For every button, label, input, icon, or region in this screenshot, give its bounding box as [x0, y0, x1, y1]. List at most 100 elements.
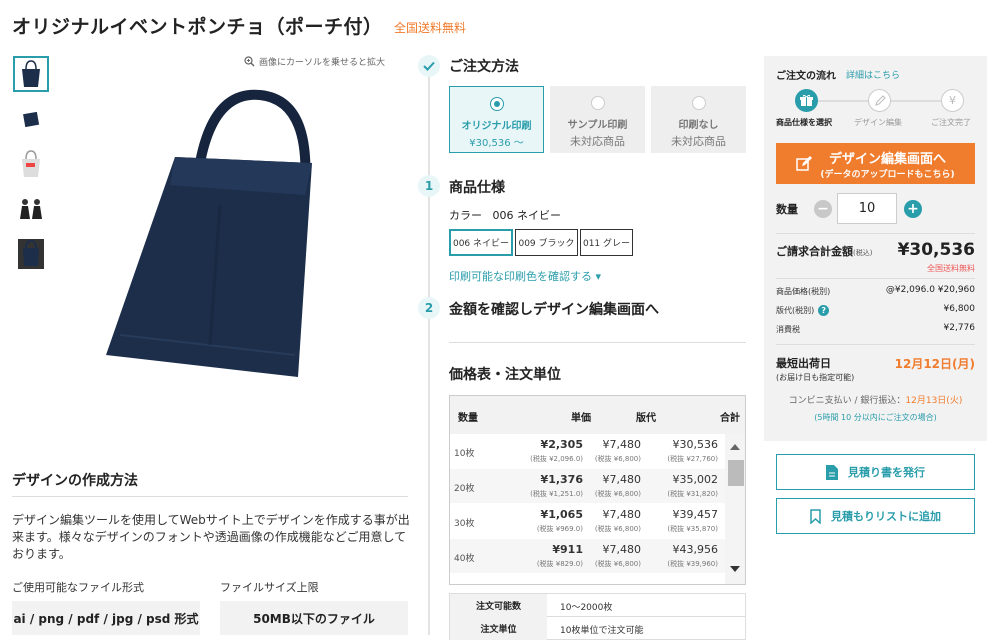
total-label: ご請求合計金額(税込) — [776, 243, 872, 259]
design-editor-button[interactable]: デザイン編集画面へ (データのアップロードもこちら) — [776, 143, 975, 184]
price-table-title: 価格表・注文単位 — [449, 367, 561, 383]
order-deadline-note: (5時間 10 分以内にご注文の場合) — [814, 413, 937, 422]
total-free-shipping: 全国送料無料 — [927, 264, 975, 273]
quantity-plus-button[interactable]: + — [904, 200, 922, 218]
table-row: 注文可能数 10～2000枚 — [450, 594, 745, 617]
limit-value: 10～2000枚 — [560, 603, 613, 613]
gift-icon — [795, 89, 818, 112]
divider — [449, 342, 746, 343]
table-row[interactable]: 30枚 ¥1,065 (税抜 ¥969.0) ¥7,480 (税抜 ¥6,800… — [450, 504, 726, 539]
radio-selected[interactable] — [489, 97, 504, 111]
method-label: サンプル印刷 — [567, 120, 628, 131]
row-unit-sub: (税抜 ¥829.0) — [536, 560, 583, 568]
spec-title: 商品仕様 — [449, 180, 505, 196]
row-total-sub: (税抜 ¥31,820) — [667, 490, 718, 498]
document-icon — [826, 464, 838, 480]
help-icon[interactable]: ? — [818, 305, 830, 316]
row-qty: 40枚 — [454, 554, 475, 564]
scrollbar-thumb[interactable] — [728, 460, 744, 486]
header-plate: 版代 — [636, 413, 656, 424]
table-row[interactable]: 10枚 ¥2,305 (税抜 ¥2,096.0) ¥7,480 (税抜 ¥6,8… — [450, 434, 726, 469]
row-plate: ¥7,480 — [602, 508, 642, 521]
method-status: 未対応商品 — [671, 135, 726, 148]
color-option-gray[interactable]: 011 グレー — [580, 229, 633, 256]
breakdown-tax-value: ¥2,776 — [943, 323, 976, 333]
color-option-black[interactable]: 009 ブラック — [515, 229, 578, 256]
row-unit-sub: (税抜 ¥2,096.0) — [530, 455, 583, 463]
issue-estimate-button[interactable]: 見積り書を発行 — [776, 454, 975, 490]
color-option-navy[interactable]: 006 ネイビー — [449, 229, 513, 256]
thumbnail-bag-dark[interactable] — [13, 236, 49, 272]
step-number-2: 2 — [418, 297, 440, 319]
price-table-header: 数量 単価 版代 合計 — [450, 396, 745, 434]
free-shipping-badge: 全国送料無料 — [394, 21, 467, 35]
limit-value: 10枚単位で注文可能 — [560, 626, 644, 636]
estimate-label: 見積り書を発行 — [848, 466, 925, 479]
shipping-date-value: 12月12日(月) — [894, 357, 975, 371]
pouch-icon — [23, 111, 40, 128]
breakdown-label: 商品価格(税別) — [776, 287, 831, 296]
payment-date: 12月13日(火) — [905, 396, 963, 406]
breakdown-plate-value: ¥6,800 — [943, 304, 976, 314]
method-no-print[interactable]: 印刷なし 未対応商品 — [651, 86, 746, 153]
step-number-1: 1 — [418, 175, 440, 197]
product-image-tote-bag[interactable] — [100, 85, 390, 385]
add-list-label: 見積もりリストに追加 — [831, 510, 941, 523]
thumbnail-bag-front[interactable] — [13, 56, 49, 92]
step2-title: 金額を確認しデザイン編集画面へ — [449, 302, 659, 318]
method-original-print[interactable]: オリジナル印刷 ¥30,536 ～ — [449, 86, 544, 153]
scroll-up-icon[interactable] — [730, 444, 740, 450]
quantity-input[interactable] — [837, 193, 897, 224]
color-value: 006 ネイビー — [492, 209, 562, 222]
zoom-hint-text: 画像にカーソルを乗せると拡大 — [259, 58, 386, 68]
shipping-date-sub: (お届け日も指定可能) — [776, 373, 855, 382]
color-selection-label: カラー 006 ネイビー — [449, 207, 561, 223]
payment-shipping-line: コンビニ支払い / 銀行振込：12月13日(火) — [764, 393, 987, 406]
quantity-label: 数量 — [776, 203, 798, 216]
thumbnail-models[interactable] — [13, 191, 49, 227]
bookmark-icon — [810, 508, 821, 524]
table-row[interactable]: 40枚 ¥911 (税抜 ¥829.0) ¥7,480 (税抜 ¥6,800) … — [450, 539, 726, 574]
breakdown-plate-label: 版代(税別)? — [776, 305, 830, 316]
pencil-icon — [868, 89, 891, 112]
thumbnail-bag-printed[interactable] — [13, 146, 49, 182]
radio-disabled[interactable] — [691, 96, 706, 110]
add-to-estimate-list-button[interactable]: 見積もりリストに追加 — [776, 498, 975, 534]
file-size-label: ファイルサイズ上限 — [220, 581, 319, 594]
thumbnail-pouch[interactable] — [13, 101, 49, 137]
order-method-title: ご注文方法 — [449, 59, 519, 75]
limit-label: 注文単位 — [450, 617, 547, 640]
breakdown-product-value: @¥2,096.0 ¥20,960 — [885, 285, 975, 295]
row-total: ¥43,956 — [672, 543, 719, 556]
radio-disabled[interactable] — [590, 96, 605, 110]
method-label: 印刷なし — [678, 120, 719, 131]
row-plate-sub: (税抜 ¥6,800) — [594, 525, 641, 533]
row-total: ¥35,002 — [672, 473, 719, 486]
row-plate-sub: (税抜 ¥6,800) — [594, 560, 641, 568]
header-qty: 数量 — [458, 413, 478, 424]
divider — [776, 278, 975, 279]
table-scrollbar[interactable] — [725, 434, 745, 584]
file-format-value: ai / png / pdf / jpg / psd 形式 — [12, 601, 200, 635]
quantity-minus-button[interactable]: − — [814, 200, 832, 218]
payment-label: コンビニ支払い / 銀行振込： — [788, 396, 906, 406]
order-limits-table: 注文可能数 10～2000枚 注文単位 10枚単位で注文可能 — [449, 593, 746, 640]
table-row[interactable]: 20枚 ¥1,376 (税抜 ¥1,251.0) ¥7,480 (税抜 ¥6,8… — [450, 469, 726, 504]
step-progress-line — [428, 75, 430, 635]
color-label: カラー — [449, 209, 482, 222]
method-sample-print[interactable]: サンプル印刷 未対応商品 — [550, 86, 645, 153]
row-plate-sub: (税抜 ¥6,800) — [594, 455, 641, 463]
design-button-sublabel: (データのアップロードもこちら) — [820, 169, 955, 180]
order-flow-detail-link[interactable]: 詳細はこちら — [846, 68, 900, 81]
scroll-down-icon[interactable] — [730, 566, 740, 572]
method-label: オリジナル印刷 — [461, 121, 532, 132]
print-color-link[interactable]: 印刷可能な印刷色を確認する ▾ — [449, 268, 601, 284]
row-total-sub: (税抜 ¥35,870) — [667, 525, 718, 533]
breakdown-label: 版代(税別) — [776, 306, 815, 315]
breakdown-label: 消費税 — [776, 325, 800, 334]
printed-bag-icon — [22, 150, 40, 177]
row-total-sub: (税抜 ¥39,960) — [667, 560, 718, 568]
row-plate: ¥7,480 — [602, 438, 642, 451]
row-unit-sub: (税抜 ¥1,251.0) — [530, 490, 583, 498]
people-icon — [20, 199, 42, 219]
